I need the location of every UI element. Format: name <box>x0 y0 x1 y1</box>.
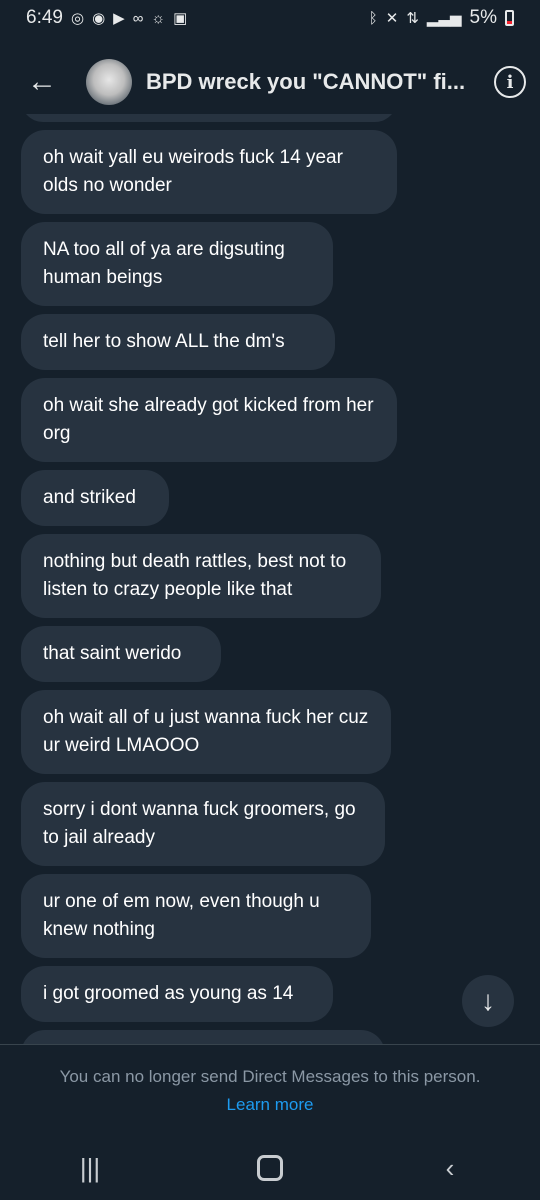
message-bubble[interactable]: i got groomed as young as 14 <box>21 966 333 1022</box>
message-bubble <box>21 114 397 122</box>
status-right: ᛒ ✕ ⇅ ▂▃▅ 5% <box>369 7 514 29</box>
conversation-title[interactable]: BPD wreck you "CANNOT" fi... <box>146 69 486 95</box>
arrow-down-icon: ↓ <box>481 985 495 1016</box>
message-bubble[interactable]: tell her to show ALL the dm's <box>21 314 335 370</box>
message-bubble[interactable]: nothing but death rattles, best not to l… <box>21 534 381 618</box>
bluetooth-icon: ᛒ <box>368 9 378 27</box>
voicemail-icon: ∞ <box>132 9 144 27</box>
android-navigation-bar: ||| ‹ <box>0 1136 540 1200</box>
message-bubble[interactable]: oh wait yall eu weirods fuck 14 year old… <box>21 130 397 214</box>
battery-percent: 5% <box>469 7 497 28</box>
message-bubble[interactable]: ur one of em now, even though u knew not… <box>21 874 371 958</box>
weather-icon: ☼ <box>151 9 166 27</box>
signal-icon: ▂▃▅ <box>426 10 462 27</box>
message-bubble[interactable]: that saint werido <box>21 626 221 682</box>
clock: 6:49 <box>26 7 63 28</box>
avatar[interactable] <box>86 59 132 105</box>
dm-disabled-footer: You can no longer send Direct Messages t… <box>0 1044 540 1136</box>
mute-icon: ✕ <box>385 10 399 27</box>
youtube-icon: ▶ <box>113 10 125 27</box>
message-bubble[interactable]: oh wait all of u just wanna fuck her cuz… <box>21 690 391 774</box>
battery-icon <box>505 10 514 26</box>
message-bubble[interactable]: oh wait she already got kicked from her … <box>21 378 397 462</box>
conversation-header: ← BPD wreck you "CANNOT" fi... i <box>0 44 540 120</box>
info-icon[interactable]: i <box>494 66 526 98</box>
whatsapp-icon: ◎ <box>70 10 85 27</box>
learn-more-link[interactable]: Learn more <box>227 1095 314 1115</box>
home-button[interactable] <box>230 1143 310 1193</box>
home-icon <box>257 1155 283 1181</box>
recent-apps-icon[interactable]: ||| <box>50 1143 130 1193</box>
message-bubble[interactable]: NA too all of ya are digsuting human bei… <box>21 222 333 306</box>
discord-icon: ◉ <box>92 10 106 27</box>
message-list[interactable]: oh wait yall eu weirods fuck 14 year old… <box>0 114 540 1044</box>
status-left: 6:49 ◎ ◉ ▶ ∞ ☼ ▣ <box>26 7 187 29</box>
status-bar: 6:49 ◎ ◉ ▶ ∞ ☼ ▣ ᛒ ✕ ⇅ ▂▃▅ 5% <box>0 0 540 36</box>
message-bubble[interactable]: sorry i dont wanna fuck groomers, go to … <box>21 782 385 866</box>
message-bubble <box>21 1030 385 1044</box>
data-icon: ⇅ <box>406 10 419 27</box>
arrow-left-icon[interactable]: ← <box>22 62 62 102</box>
message-bubble[interactable]: and striked <box>21 470 169 526</box>
scroll-down-button[interactable]: ↓ <box>462 975 514 1027</box>
gallery-icon: ▣ <box>173 10 188 27</box>
dm-disabled-notice: You can no longer send Direct Messages t… <box>59 1067 481 1086</box>
back-nav-icon[interactable]: ‹ <box>410 1143 490 1193</box>
